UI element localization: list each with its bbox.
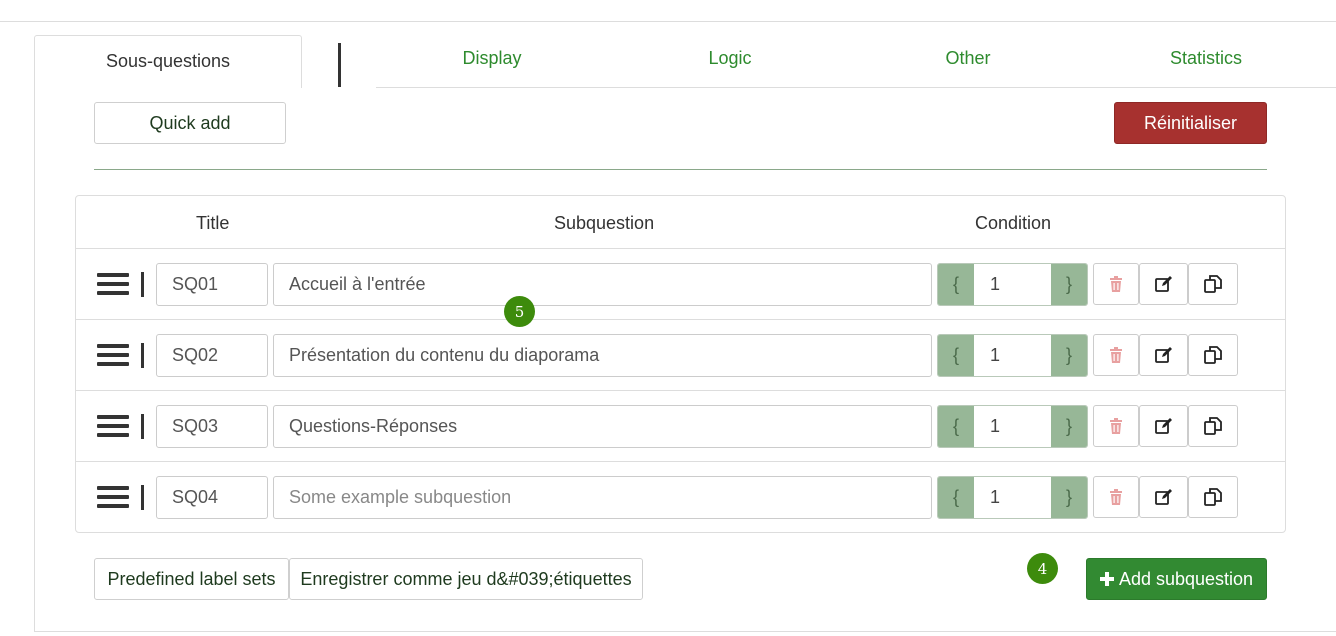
delete-button[interactable] xyxy=(1093,476,1139,518)
tab-statistics[interactable]: Statistics xyxy=(1106,48,1306,69)
copy-button[interactable] xyxy=(1188,263,1238,305)
trash-icon xyxy=(1110,276,1122,292)
header-condition: Condition xyxy=(975,213,1052,233)
row-separator xyxy=(76,248,1285,249)
edit-button[interactable] xyxy=(1139,263,1188,305)
row-separator xyxy=(76,461,1285,462)
edit-button[interactable] xyxy=(1139,476,1188,518)
edit-icon xyxy=(1154,276,1172,292)
drag-separator xyxy=(141,485,144,510)
subquestion-input[interactable]: Présentation du contenu du diaporama xyxy=(273,334,932,377)
title-input[interactable]: SQ01 xyxy=(156,263,268,306)
add-subquestion-label: Add subquestion xyxy=(1118,568,1254,589)
copy-icon xyxy=(1204,488,1222,506)
quick-add-button[interactable]: Quick add xyxy=(94,102,286,144)
add-subquestion-button[interactable]: Add subquestion xyxy=(1086,558,1267,600)
drag-handle-icon[interactable] xyxy=(97,344,129,370)
edit-icon xyxy=(1154,347,1172,363)
delete-button[interactable] xyxy=(1093,405,1139,447)
brace-open: { xyxy=(938,264,974,305)
brace-open: { xyxy=(938,335,974,376)
condition-field[interactable]: { 1 } xyxy=(937,334,1088,377)
row-separator xyxy=(76,390,1285,391)
header-title: Title xyxy=(196,213,230,233)
edit-icon xyxy=(1154,418,1172,434)
subquestion-input[interactable]: Questions-Réponses xyxy=(273,405,932,448)
edit-button[interactable] xyxy=(1139,334,1188,376)
drag-handle-icon[interactable] xyxy=(97,486,129,512)
trash-icon xyxy=(1110,489,1122,505)
subquestion-input[interactable]: Accueil à l'entrée xyxy=(273,263,932,306)
copy-button[interactable] xyxy=(1188,476,1238,518)
title-input[interactable]: SQ03 xyxy=(156,405,268,448)
trash-icon xyxy=(1110,418,1122,434)
trash-icon xyxy=(1110,347,1122,363)
brace-close: } xyxy=(1051,335,1087,376)
plus-icon xyxy=(1099,572,1114,586)
copy-icon xyxy=(1204,346,1222,364)
subquestion-input[interactable]: Some example subquestion xyxy=(273,476,932,519)
title-input[interactable]: SQ04 xyxy=(156,476,268,519)
predefined-label-sets-button[interactable]: Predefined label sets xyxy=(94,558,289,600)
tour-step-badge[interactable]: 5 xyxy=(504,296,535,327)
toolbar-divider xyxy=(94,169,1267,170)
drag-separator xyxy=(141,343,144,368)
condition-input[interactable]: 1 xyxy=(974,406,1051,447)
top-separator xyxy=(0,21,1336,22)
copy-button[interactable] xyxy=(1188,334,1238,376)
tab-logic[interactable]: Logic xyxy=(630,48,830,69)
delete-button[interactable] xyxy=(1093,263,1139,305)
condition-field[interactable]: { 1 } xyxy=(937,476,1088,519)
header-subquestion: Subquestion xyxy=(554,213,655,233)
drag-separator xyxy=(141,272,144,297)
condition-input[interactable]: 1 xyxy=(974,335,1051,376)
brace-close: } xyxy=(1051,264,1087,305)
row-separator xyxy=(76,319,1285,320)
brace-open: { xyxy=(938,477,974,518)
text-cursor xyxy=(338,43,341,87)
drag-handle-icon[interactable] xyxy=(97,415,129,441)
brace-open: { xyxy=(938,406,974,447)
condition-input[interactable]: 1 xyxy=(974,264,1051,305)
brace-close: } xyxy=(1051,477,1087,518)
condition-field[interactable]: { 1 } xyxy=(937,405,1088,448)
delete-button[interactable] xyxy=(1093,334,1139,376)
tab-other[interactable]: Other xyxy=(868,48,1068,69)
edit-button[interactable] xyxy=(1139,405,1188,447)
drag-handle-icon[interactable] xyxy=(97,273,129,299)
title-input[interactable]: SQ02 xyxy=(156,334,268,377)
copy-icon xyxy=(1204,417,1222,435)
edit-icon xyxy=(1154,489,1172,505)
drag-separator xyxy=(141,414,144,439)
brace-close: } xyxy=(1051,406,1087,447)
copy-button[interactable] xyxy=(1188,405,1238,447)
tab-sous-questions[interactable]: Sous-questions xyxy=(34,35,302,88)
save-label-set-button[interactable]: Enregistrer comme jeu d&#039;étiquettes xyxy=(289,558,643,600)
reset-button[interactable]: Réinitialiser xyxy=(1114,102,1267,144)
tour-step-badge[interactable]: 4 xyxy=(1027,553,1058,584)
condition-field[interactable]: { 1 } xyxy=(937,263,1088,306)
copy-icon xyxy=(1204,275,1222,293)
tab-display[interactable]: Display xyxy=(392,48,592,69)
condition-input[interactable]: 1 xyxy=(974,477,1051,518)
